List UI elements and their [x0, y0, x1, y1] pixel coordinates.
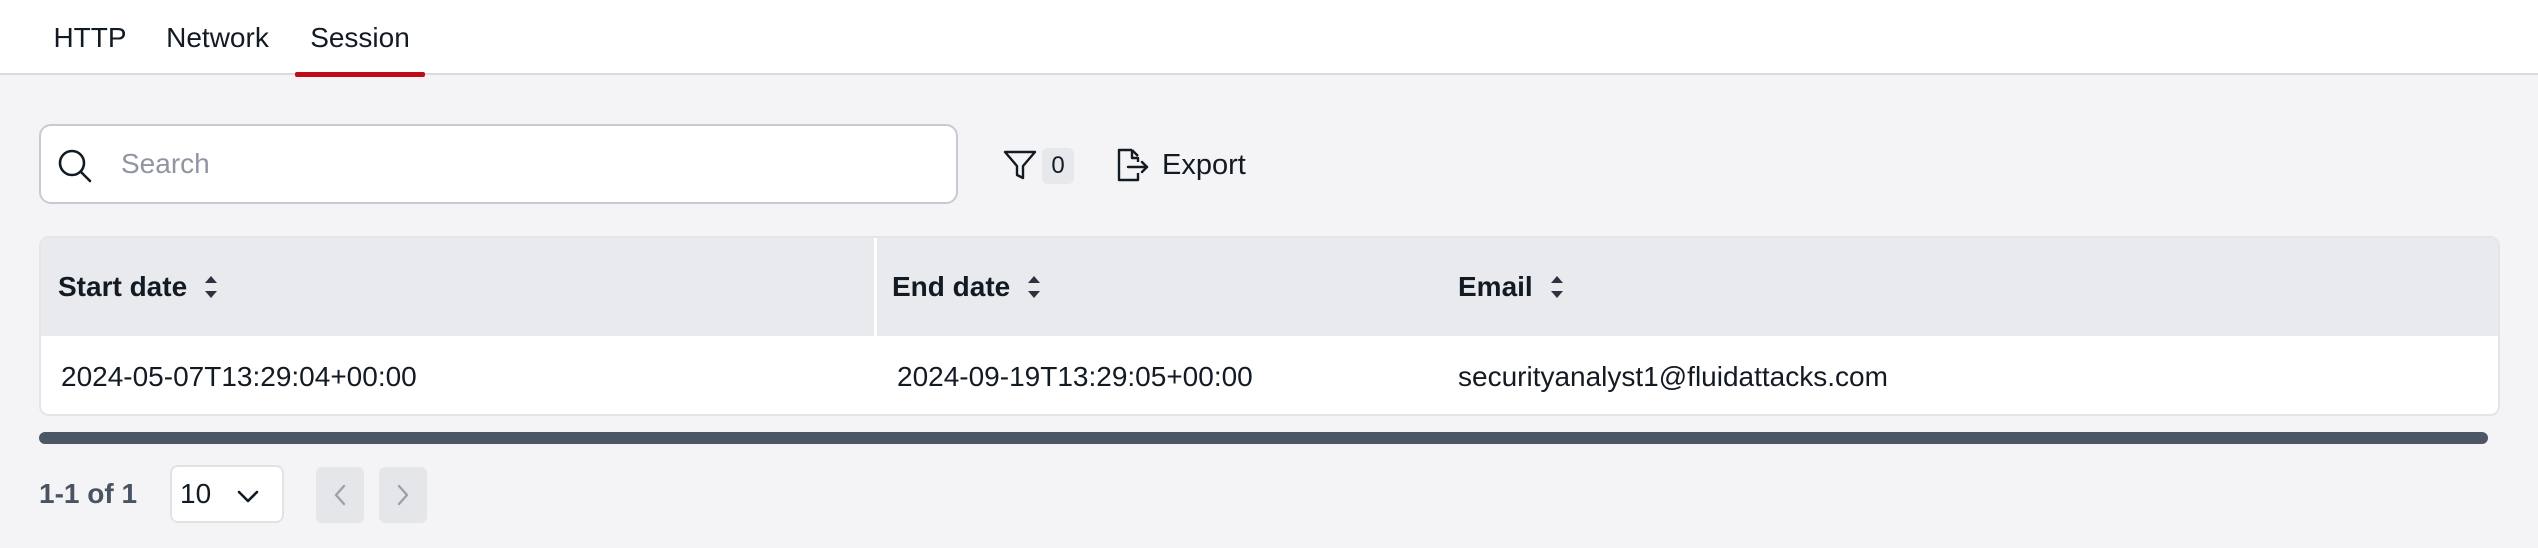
search-box	[39, 124, 958, 204]
cell-start-date: 2024-05-07T13:29:04+00:00	[61, 361, 417, 392]
cell-email: securityanalyst1@fluidattacks.com	[1458, 361, 1888, 392]
filter-icon	[1003, 150, 1037, 180]
tab-label: Session	[310, 21, 410, 53]
column-header-end-date[interactable]: End date	[892, 238, 1042, 336]
sessions-table: Start date End date Email 2024-05-07T13:…	[39, 236, 2500, 416]
column-header-label: Start date	[58, 271, 188, 302]
pagination-info: 1-1 of 1	[39, 478, 138, 509]
filter-count-badge: 0	[1042, 148, 1074, 184]
tab-network[interactable]: Network	[155, 0, 280, 75]
tab-label: HTTP	[53, 21, 127, 53]
export-button[interactable]: Export	[1110, 140, 1246, 190]
sort-icon[interactable]	[203, 272, 219, 302]
column-header-label: Email	[1458, 271, 1533, 302]
column-header-start-date[interactable]: Start date	[58, 238, 219, 336]
export-file-icon	[1117, 148, 1149, 182]
sort-icon[interactable]	[1549, 272, 1565, 302]
column-divider	[874, 238, 877, 336]
search-icon	[58, 149, 92, 183]
next-page-button[interactable]	[379, 467, 427, 523]
chevron-right-icon	[397, 484, 409, 506]
chevron-down-icon	[237, 490, 259, 503]
page-size-value: 10	[180, 478, 212, 509]
table-row[interactable]: 2024-05-07T13:29:04+00:00 2024-09-19T13:…	[41, 336, 2498, 414]
tab-label: Network	[166, 21, 269, 53]
cell-end-date: 2024-09-19T13:29:05+00:00	[897, 361, 1253, 392]
tab-http[interactable]: HTTP	[40, 0, 140, 75]
table-header: Start date End date Email	[41, 238, 2498, 336]
tab-bar: HTTP Network Session	[0, 0, 2538, 77]
search-input[interactable]	[121, 126, 941, 202]
previous-page-button[interactable]	[316, 467, 364, 523]
page-size-select[interactable]: 10	[170, 465, 284, 523]
sort-icon[interactable]	[1026, 272, 1042, 302]
column-header-label: End date	[892, 271, 1011, 302]
column-header-email[interactable]: Email	[1458, 238, 1565, 336]
tab-session[interactable]: Session	[295, 0, 425, 77]
chevron-left-icon	[334, 484, 346, 506]
horizontal-scrollbar[interactable]	[39, 432, 2488, 444]
export-label: Export	[1162, 148, 1246, 181]
